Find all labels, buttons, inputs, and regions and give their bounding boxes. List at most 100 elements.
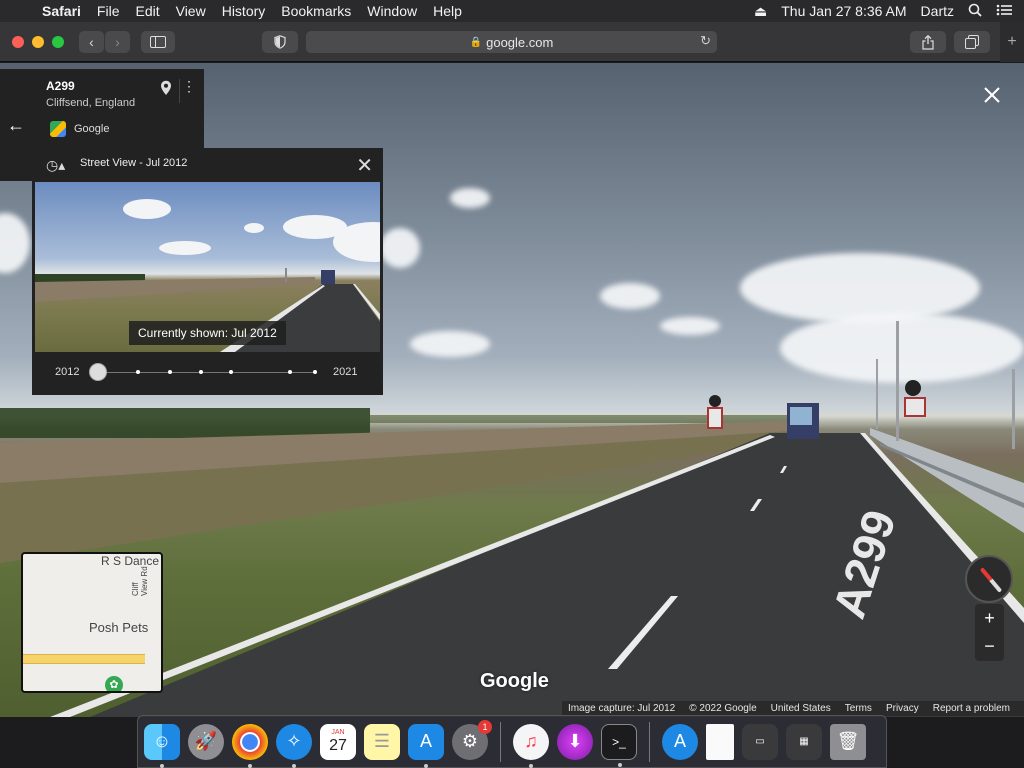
zoom-window-button[interactable] [52, 36, 64, 48]
close-window-button[interactable] [12, 36, 24, 48]
music-icon[interactable]: ♫ [513, 723, 549, 768]
running-indicator [424, 763, 428, 768]
close-street-view-button[interactable] [984, 81, 1000, 107]
running-indicator [160, 763, 164, 768]
copyright: © 2022 Google [689, 703, 757, 714]
history-preview-image[interactable]: Currently shown: Jul 2012 [35, 182, 380, 352]
map-poi-label: Posh Pets [89, 620, 149, 635]
notes-icon[interactable]: ☰ [364, 723, 400, 760]
zoom-controls: + − [975, 604, 1004, 661]
menu-history[interactable]: History [214, 3, 274, 19]
tab-overview-icon[interactable] [954, 31, 990, 53]
back-button[interactable]: ‹ [79, 31, 104, 53]
reload-icon[interactable]: ↻ [700, 33, 711, 49]
menu-window[interactable]: Window [359, 3, 425, 19]
history-panel-title: Street View - Jul 2012 [80, 157, 188, 169]
spotlight-search-icon[interactable] [968, 3, 982, 20]
browser-toolbar: ‹ › 🔒 google.com ↻ + [0, 22, 1024, 62]
document-icon[interactable] [706, 723, 734, 760]
menu-view[interactable]: View [168, 3, 214, 19]
safari-icon[interactable]: ✧ [276, 723, 312, 768]
notification-badge: 1 [478, 719, 492, 734]
google-maps-logo [50, 121, 66, 137]
privacy-shield-icon[interactable] [262, 31, 298, 53]
finder-icon[interactable]: ☺ [144, 723, 180, 768]
privacy-link[interactable]: Privacy [886, 703, 919, 714]
arrow-left-icon: ← [7, 114, 25, 135]
region-link[interactable]: United States [771, 703, 831, 714]
back-to-map-button[interactable]: ← [0, 69, 32, 181]
map-pin-icon[interactable] [160, 80, 172, 99]
history-clock-icon[interactable]: ◷▴ [46, 157, 65, 174]
google-watermark: Google [480, 670, 549, 692]
brand-label: Google [74, 123, 110, 135]
running-indicator [529, 763, 533, 768]
timeline-dot[interactable] [136, 370, 140, 374]
map-road-label: Cliff View Rd [131, 566, 149, 596]
location-subtitle: Cliffsend, England [46, 97, 136, 109]
report-problem-link[interactable]: Report a problem [933, 703, 1010, 714]
map-poi-icon[interactable]: ✿ [105, 676, 123, 691]
street-view-history-panel: ◷▴ Street View - Jul 2012 ✕ Currently sh… [32, 148, 383, 395]
menu-edit[interactable]: Edit [127, 3, 167, 19]
running-indicator [618, 762, 622, 767]
zoom-out-button[interactable]: − [975, 632, 1004, 660]
eject-icon[interactable]: ⏏ [754, 3, 767, 20]
calendar-icon[interactable]: JAN 27 [320, 723, 356, 760]
dock-separator [649, 721, 650, 762]
history-panel-header: ◷▴ Street View - Jul 2012 ✕ [32, 148, 383, 182]
timeline-dot[interactable] [288, 370, 292, 374]
screenshots-stack-icon[interactable]: ▦ [786, 723, 822, 760]
sidebar-toggle-icon[interactable] [141, 31, 175, 53]
system-preferences-icon[interactable]: ⚙ 1 [452, 719, 492, 760]
trash-icon[interactable]: 🗑 [830, 723, 866, 760]
timeline-dot[interactable] [199, 370, 203, 374]
compass-icon[interactable] [965, 555, 1013, 603]
menu-help[interactable]: Help [425, 3, 470, 19]
dock: ☺ 🚀 ✧ JAN 27 ☰ A ⚙ 1 ♫ ⬇ >_ A ▭ ▦ 🗑 [137, 715, 887, 768]
timeline-dot[interactable] [229, 370, 233, 374]
chrome-icon[interactable] [232, 723, 268, 768]
new-tab-button[interactable]: + [1000, 22, 1024, 62]
disk-stack-icon[interactable]: ▭ [742, 723, 778, 760]
clock-text[interactable]: Thu Jan 27 8:36 AM [781, 3, 906, 19]
close-icon[interactable]: ✕ [356, 153, 373, 178]
installer-icon[interactable]: ⬇ [557, 723, 593, 760]
location-card: A299 Cliffsend, England ⋮ Google [32, 69, 204, 149]
control-center-icon[interactable] [996, 3, 1012, 19]
menu-bookmarks[interactable]: Bookmarks [273, 3, 359, 19]
address-bar[interactable]: 🔒 google.com ↻ [306, 31, 717, 53]
more-options-icon[interactable]: ⋮ [182, 79, 196, 93]
terms-link[interactable]: Terms [845, 703, 872, 714]
calendar-month: JAN [331, 728, 345, 736]
share-icon[interactable] [910, 31, 946, 53]
image-capture-date: Image capture: Jul 2012 [567, 703, 676, 714]
menu-bar: Safari File Edit View History Bookmarks … [0, 0, 1024, 22]
currently-shown-tooltip: Currently shown: Jul 2012 [129, 321, 286, 345]
user-name[interactable]: Dartz [921, 3, 954, 19]
menu-file[interactable]: File [89, 3, 128, 19]
timeline-start-year: 2012 [55, 366, 80, 378]
zoom-in-button[interactable]: + [975, 604, 1004, 632]
map-road [23, 654, 145, 664]
running-indicator [248, 763, 252, 768]
app-store-folder-icon[interactable]: A [662, 723, 698, 760]
launchpad-icon[interactable]: 🚀 [188, 723, 224, 760]
running-indicator [292, 763, 296, 768]
menu-app-safari[interactable]: Safari [38, 3, 89, 19]
timeline-track [98, 372, 316, 373]
timeline-end-year: 2021 [333, 366, 358, 378]
forward-button[interactable]: › [105, 31, 130, 53]
url-text: google.com [486, 34, 554, 50]
timeline-handle[interactable] [89, 363, 107, 381]
timeline-dot[interactable] [313, 370, 317, 374]
year-timeline-slider[interactable]: 2012 2021 [32, 360, 383, 384]
mini-map[interactable]: R S Dance Cliff View Rd Posh Pets ✿ [21, 552, 163, 693]
terminal-icon[interactable]: >_ [601, 723, 637, 767]
minimize-window-button[interactable] [32, 36, 44, 48]
calendar-day: 27 [329, 736, 347, 754]
lock-icon: 🔒 [469, 36, 483, 48]
app-store-icon[interactable]: A [408, 723, 444, 768]
timeline-dot[interactable] [168, 370, 172, 374]
compass-needle [979, 567, 1003, 593]
